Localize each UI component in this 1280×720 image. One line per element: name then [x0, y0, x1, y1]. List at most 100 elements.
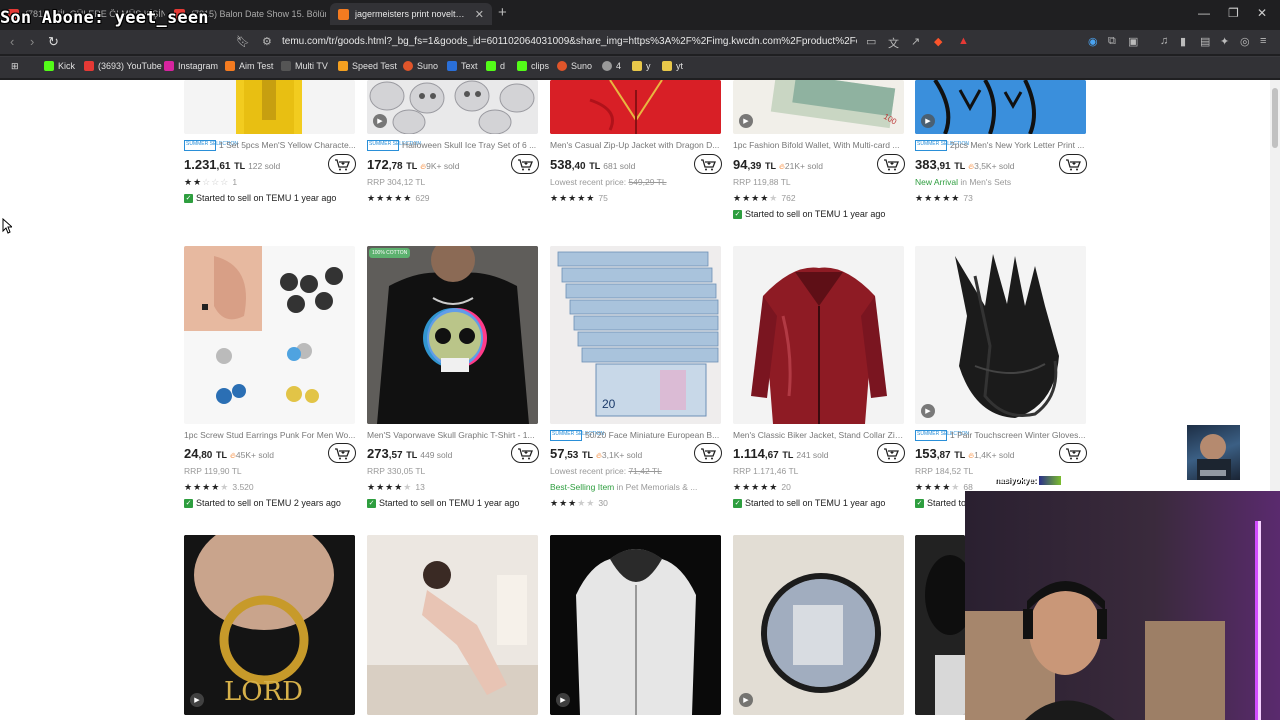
webcam-feed: [965, 491, 1280, 720]
site-info-icon[interactable]: ⚙: [262, 35, 272, 48]
close-window-icon[interactable]: ✕: [1257, 6, 1267, 20]
bookmark-suno-2[interactable]: Suno: [557, 61, 592, 71]
minimize-icon[interactable]: —: [1198, 6, 1210, 20]
add-to-cart-icon[interactable]: [511, 154, 539, 174]
share-icon[interactable]: ↗: [911, 35, 920, 48]
bookmark-4[interactable]: 4: [602, 61, 621, 71]
bookmark-youtube[interactable]: (3693) YouTube: [84, 61, 162, 71]
product-image[interactable]: 100% COTTON: [367, 246, 538, 424]
product-image[interactable]: [184, 246, 355, 424]
product-image[interactable]: ▶: [733, 535, 904, 715]
product-card[interactable]: 1pc Screw Stud Earrings Punk For Men Wo.…: [184, 246, 356, 516]
product-image[interactable]: [733, 246, 904, 424]
lowest-recent-price: Lowest recent price: 549,29 TL: [550, 177, 667, 187]
bookmark-speed-test[interactable]: Speed Test: [338, 61, 397, 71]
product-card[interactable]: 100 ▶ 1pc Fashion Bifold Wallet, With Mu…: [733, 80, 905, 220]
brave-rewards-icon[interactable]: ▲: [958, 35, 969, 47]
product-image[interactable]: LORD ▶: [184, 535, 355, 715]
screenshot-icon[interactable]: ▣: [1128, 35, 1138, 48]
play-icon[interactable]: ▶: [921, 114, 935, 128]
product-title: 1pc Screw Stud Earrings Punk For Men Wo.…: [184, 430, 356, 440]
bookmark-icon[interactable]: 🔖︎: [236, 35, 250, 48]
product-image[interactable]: ▶: [915, 246, 1086, 424]
bookmark-multi-tv[interactable]: Multi TV: [281, 61, 328, 71]
star-rating: ★★★★★ 30: [550, 498, 608, 508]
temu-icon: [338, 8, 349, 20]
translate-icon[interactable]: 文: [888, 35, 899, 51]
close-tab-icon[interactable]: ✕: [469, 8, 484, 21]
bookmark-kick[interactable]: Kick: [44, 61, 75, 71]
bookmark-clips[interactable]: clips: [517, 61, 549, 71]
add-to-cart-icon[interactable]: [694, 154, 722, 174]
star-rating: ★★★★★ 75: [550, 193, 608, 203]
product-image[interactable]: [184, 80, 355, 134]
play-icon[interactable]: ▶: [190, 693, 204, 707]
add-to-cart-icon[interactable]: [694, 443, 722, 463]
add-to-cart-icon[interactable]: [877, 154, 905, 174]
leo-icon[interactable]: ✦: [1220, 35, 1229, 48]
reload-icon[interactable]: ↻: [48, 34, 59, 50]
audio-icon[interactable]: ◉: [1088, 35, 1098, 48]
media-icon[interactable]: ♫: [1160, 35, 1168, 47]
sidebar-icon[interactable]: ▮: [1180, 35, 1186, 48]
bookmark-instagram[interactable]: Instagram: [164, 61, 218, 71]
add-to-cart-icon[interactable]: [328, 443, 356, 463]
product-card[interactable]: LORD ▶: [184, 535, 356, 720]
extension-icon[interactable]: ⧉: [1108, 35, 1116, 48]
product-card[interactable]: ▶ SUMMER SELECTION2pcs Men's New York Le…: [915, 80, 1087, 220]
flag-icon: [1038, 476, 1061, 486]
product-card[interactable]: ▶ SUMMER SELECTIONHalloween Skull Ice Tr…: [367, 80, 539, 220]
apps-icon[interactable]: ⊞: [11, 61, 19, 72]
product-image[interactable]: [367, 535, 538, 715]
play-icon[interactable]: ▶: [556, 693, 570, 707]
bookmark-text[interactable]: Text: [447, 61, 478, 71]
product-image[interactable]: 100 ▶: [733, 80, 904, 134]
tab-temu[interactable]: jagermeisters print novelty socks ✕: [330, 3, 492, 25]
add-to-cart-icon[interactable]: [328, 154, 356, 174]
product-image[interactable]: [915, 535, 965, 715]
product-card[interactable]: ▶: [550, 535, 722, 720]
product-card[interactable]: SUMMER SELECTION1 Set 5pcs Men'S Yellow …: [184, 80, 356, 220]
brave-shield-icon[interactable]: ◆: [934, 35, 942, 48]
add-to-cart-icon[interactable]: [877, 443, 905, 463]
category-tag: New Arrival in Men's Sets: [915, 177, 1012, 187]
product-card[interactable]: ▶: [733, 535, 905, 720]
menu-icon[interactable]: ≡: [1260, 35, 1266, 47]
product-card[interactable]: 20 SUMMER SELECTION50/20 Face Miniature …: [550, 246, 722, 516]
seller-since: ✓ Started to sell on TEMU 2 years ago: [184, 498, 341, 508]
product-image[interactable]: ▶: [915, 80, 1086, 134]
back-icon[interactable]: ‹: [10, 34, 14, 49]
check-icon: ✓: [915, 498, 924, 508]
product-card[interactable]: Men's Casual Zip-Up Jacket with Dragon D…: [550, 80, 722, 220]
add-to-cart-icon[interactable]: [1059, 154, 1087, 174]
rrp-price: RRP 1.171,46 TL: [733, 466, 799, 476]
new-tab-icon[interactable]: +: [498, 4, 507, 21]
play-icon[interactable]: ▶: [739, 693, 753, 707]
bookmark-folder-yt[interactable]: yt: [662, 61, 683, 71]
play-icon[interactable]: ▶: [373, 114, 387, 128]
bookmark-d[interactable]: d: [486, 61, 505, 71]
product-image[interactable]: [550, 80, 721, 134]
cast-icon[interactable]: ▭: [866, 35, 876, 48]
star-rating: ★★★★★ 629: [367, 193, 430, 203]
maximize-icon[interactable]: ❐: [1228, 6, 1239, 20]
product-card[interactable]: Men's Classic Biker Jacket, Stand Collar…: [733, 246, 905, 516]
product-image[interactable]: 20: [550, 246, 721, 424]
vpn-icon[interactable]: ◎: [1240, 35, 1250, 48]
bookmark-folder-y[interactable]: y: [632, 61, 651, 71]
product-card[interactable]: [367, 535, 539, 720]
bookmark-aim-test[interactable]: Aim Test: [225, 61, 273, 71]
play-icon[interactable]: ▶: [921, 404, 935, 418]
wallet-icon[interactable]: ▤: [1200, 35, 1210, 48]
add-to-cart-icon[interactable]: [1059, 443, 1087, 463]
product-image[interactable]: ▶: [550, 535, 721, 715]
product-card[interactable]: 100% COTTON Men'S Vaporwave Skull Graphi…: [367, 246, 539, 516]
product-image[interactable]: ▶: [367, 80, 538, 134]
scrollbar-thumb[interactable]: [1272, 88, 1278, 148]
add-to-cart-icon[interactable]: [511, 443, 539, 463]
forward-icon[interactable]: ›: [30, 34, 34, 49]
product-price: 94,39 TL 🔥︎21K+ sold: [733, 157, 823, 172]
bookmark-suno[interactable]: Suno: [403, 61, 438, 71]
url-input[interactable]: temu.com/tr/goods.html?_bg_fs=1&goods_id…: [282, 36, 857, 47]
play-icon[interactable]: ▶: [739, 114, 753, 128]
